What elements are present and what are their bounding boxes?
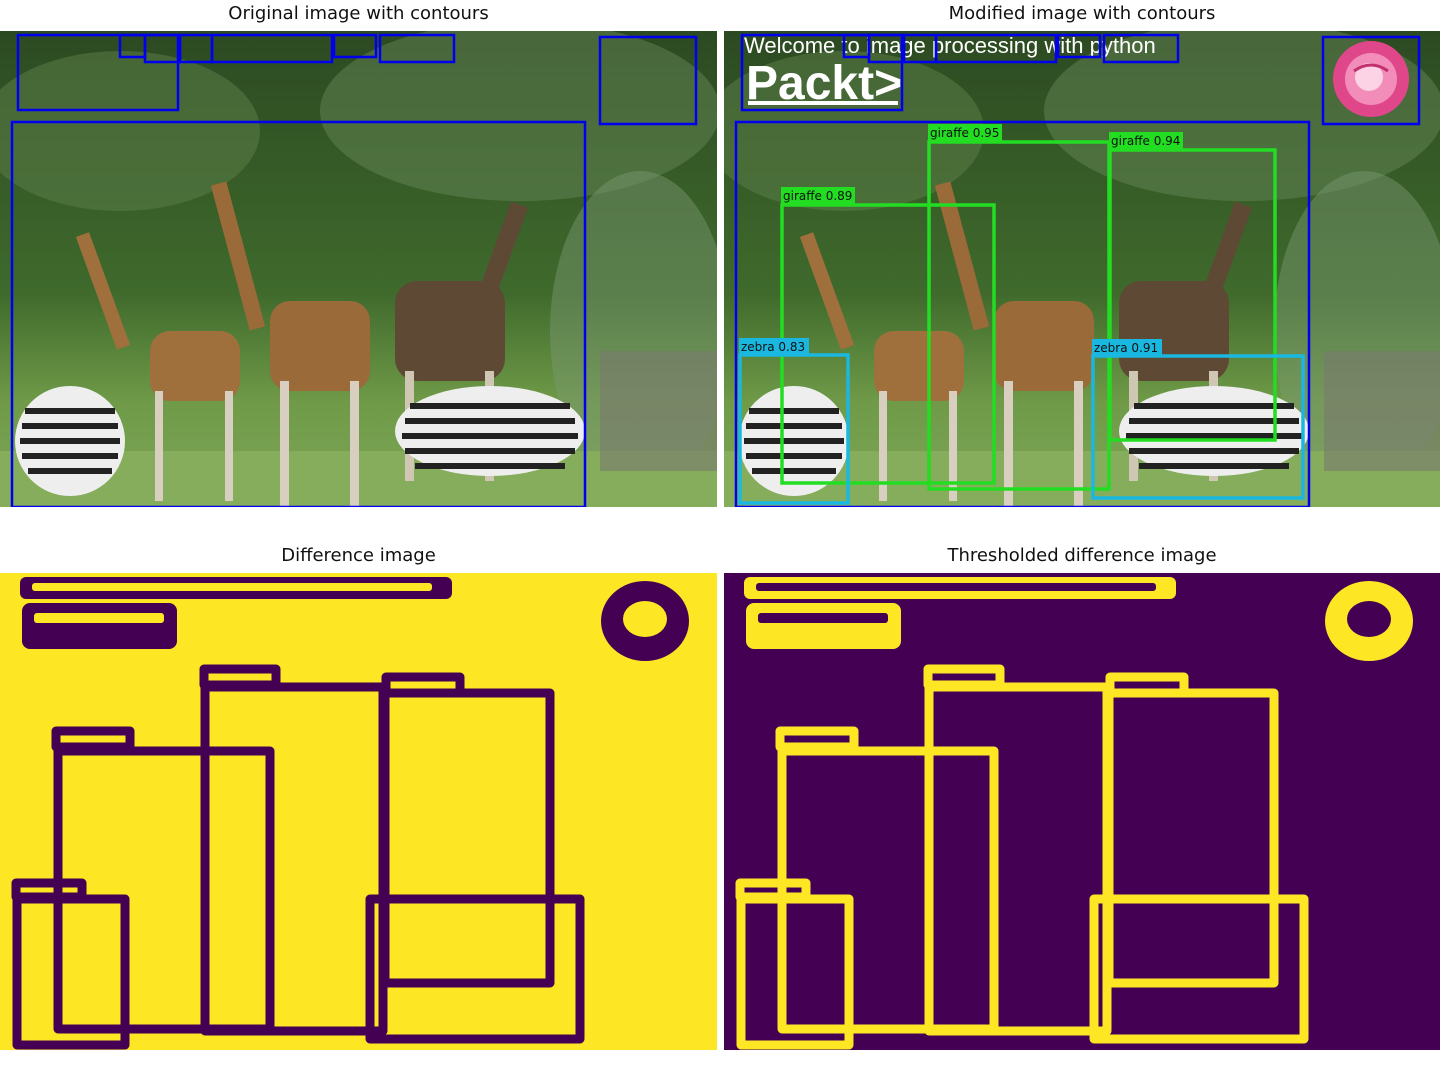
zebra-right: [395, 386, 585, 476]
banner-text: Welcome to image processing with python: [744, 33, 1156, 58]
original-image-panel: Original image with contours: [0, 3, 717, 507]
svg-text:zebra 0.83: zebra 0.83: [741, 340, 805, 354]
rose-icon: [1333, 41, 1409, 117]
svg-text:giraffe 0.94: giraffe 0.94: [1111, 134, 1180, 148]
scene-photo: [0, 31, 717, 507]
modified-image-panel: Modified image with contours Welcome to …: [724, 3, 1440, 507]
original-image-title: Original image with contours: [228, 3, 489, 24]
zebra-left: [15, 386, 125, 496]
difference-image-title: Difference image: [281, 545, 436, 566]
modified-image-title: Modified image with contours: [948, 3, 1216, 24]
svg-text:giraffe 0.95: giraffe 0.95: [930, 126, 999, 140]
modified-image: Welcome to image processing with python …: [724, 31, 1440, 507]
thresholded-image-panel: Thresholded difference image: [724, 545, 1440, 1050]
original-image: [0, 31, 717, 507]
thresholded-image-title: Thresholded difference image: [947, 545, 1217, 566]
difference-image: [0, 573, 717, 1050]
svg-text:zebra 0.91: zebra 0.91: [1094, 341, 1158, 355]
thresholded-image: [724, 573, 1440, 1050]
svg-text:giraffe 0.89: giraffe 0.89: [783, 189, 852, 203]
logo-underline: [748, 101, 898, 105]
difference-image-panel: Difference image: [0, 545, 717, 1050]
